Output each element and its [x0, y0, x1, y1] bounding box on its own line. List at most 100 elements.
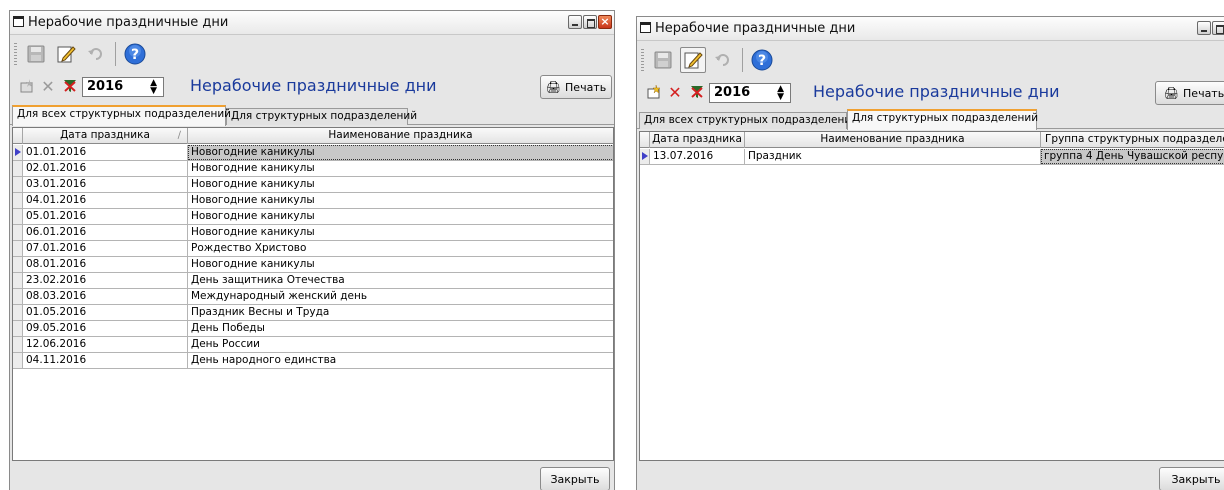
table-row[interactable]: 23.02.2016 День защитника Отечества — [13, 273, 613, 289]
holiday-name-cell[interactable]: Новогодние каникулы — [188, 161, 613, 176]
edit-icon — [684, 52, 703, 69]
date-cell[interactable]: 05.01.2016 — [23, 209, 188, 224]
col-date-header[interactable]: Дата праздника ∕ — [23, 128, 188, 144]
table-row[interactable]: 04.11.2016 День народного единства — [13, 353, 613, 369]
holiday-name-cell[interactable]: День Победы — [188, 321, 613, 336]
table-row[interactable]: 05.01.2016 Новогодние каникулы — [13, 209, 613, 225]
tab-departments[interactable]: Для структурных подразделений — [226, 108, 417, 125]
holiday-name-cell[interactable]: Праздник — [745, 149, 1041, 164]
spinner-arrows[interactable]: ▲ ▼ — [777, 85, 784, 102]
col-name-header[interactable]: Наименование праздника — [745, 132, 1041, 148]
date-cell[interactable]: 06.01.2016 — [23, 225, 188, 240]
close-window-button[interactable]: × — [598, 15, 612, 29]
save-icon — [654, 51, 672, 69]
svg-text:?: ? — [131, 47, 139, 63]
help-button[interactable]: ? — [122, 41, 148, 67]
save-button[interactable] — [23, 41, 49, 67]
date-cell[interactable]: 07.01.2016 — [23, 241, 188, 256]
holiday-name-cell[interactable]: День защитника Отечества — [188, 273, 613, 288]
holiday-name-cell[interactable]: Рождество Христово — [188, 241, 613, 256]
date-cell[interactable]: 03.01.2016 — [23, 177, 188, 192]
holiday-name-cell[interactable]: Новогодние каникулы — [188, 177, 613, 192]
undo-button[interactable] — [710, 47, 736, 73]
help-button[interactable]: ? — [749, 47, 775, 73]
close-button[interactable]: Закрыть — [1159, 467, 1224, 490]
table-row[interactable]: 08.03.2016 Международный женский день — [13, 289, 613, 305]
date-cell[interactable]: 04.11.2016 — [23, 353, 188, 368]
tab-departments[interactable]: Для структурных подразделений — [847, 109, 1038, 130]
print-button[interactable]: 🖨 Печать — [540, 75, 612, 99]
department-holidays-table: Дата праздника Наименование праздника Гр… — [639, 131, 1224, 461]
save-button[interactable] — [650, 47, 676, 73]
table-row[interactable]: 01.01.2016 Новогодние каникулы — [13, 145, 613, 161]
holiday-name-cell[interactable]: День России — [188, 337, 613, 352]
holiday-name-cell[interactable]: Новогодние каникулы — [188, 257, 613, 272]
edit-button[interactable] — [53, 41, 79, 67]
col-date-header[interactable]: Дата праздника — [650, 132, 745, 148]
minimize-button[interactable] — [568, 15, 582, 29]
col-group-header[interactable]: Группа структурных подразделений — [1041, 132, 1224, 148]
toolbar-grip[interactable] — [641, 49, 644, 71]
table-row[interactable]: 06.01.2016 Новогодние каникулы — [13, 225, 613, 241]
holiday-name-cell[interactable]: Международный женский день — [188, 289, 613, 304]
date-cell[interactable]: 13.07.2016 — [650, 149, 745, 164]
row-indicator — [13, 209, 23, 224]
maximize-button[interactable] — [1212, 21, 1224, 35]
table-row[interactable]: 07.01.2016 Рождество Христово — [13, 241, 613, 257]
minimize-button[interactable] — [1197, 21, 1211, 35]
date-cell[interactable]: 02.01.2016 — [23, 161, 188, 176]
date-cell[interactable]: 01.05.2016 — [23, 305, 188, 320]
year-spinner[interactable]: 2016 ▲ ▼ — [82, 77, 164, 97]
holiday-name-cell[interactable]: Новогодние каникулы — [188, 193, 613, 208]
table-row[interactable]: 09.05.2016 День Победы — [13, 321, 613, 337]
row-indicator — [13, 289, 23, 304]
undo-button[interactable] — [83, 41, 109, 67]
row-indicator — [13, 353, 23, 368]
table-row[interactable]: 04.01.2016 Новогодние каникулы — [13, 193, 613, 209]
print-label: Печать — [565, 80, 607, 94]
table-row[interactable]: 03.01.2016 Новогодние каникулы — [13, 177, 613, 193]
holiday-name-cell[interactable]: Новогодние каникулы — [188, 225, 613, 240]
holiday-name-cell[interactable]: Новогодние каникулы — [188, 145, 613, 160]
spinner-arrows[interactable]: ▲ ▼ — [150, 79, 157, 96]
date-cell[interactable]: 09.05.2016 — [23, 321, 188, 336]
date-cell[interactable]: 12.06.2016 — [23, 337, 188, 352]
row-indicator — [13, 145, 23, 160]
print-button[interactable]: 🖨 Печать — [1155, 81, 1224, 105]
department-group-cell[interactable]: группа 4 День Чувашской респу... — [1041, 149, 1224, 164]
holiday-name-cell[interactable]: Праздник Весны и Труда — [188, 305, 613, 320]
date-cell[interactable]: 01.01.2016 — [23, 145, 188, 160]
delete-icon[interactable]: ✕ — [666, 84, 684, 102]
print-label: Печать — [1183, 86, 1224, 100]
add-icon[interactable] — [645, 84, 663, 102]
delete-icon[interactable]: ✕ — [39, 78, 57, 96]
current-row-pointer-icon — [15, 148, 21, 156]
holiday-name-cell[interactable]: Новогодние каникулы — [188, 209, 613, 224]
date-cell[interactable]: 08.01.2016 — [23, 257, 188, 272]
toolbar: ? — [637, 43, 779, 77]
col-name-header[interactable]: Наименование праздника — [188, 128, 613, 144]
tab-all-departments[interactable]: Для всех структурных подразделений — [639, 112, 858, 129]
close-button[interactable]: Закрыть — [540, 467, 610, 490]
tab-all-departments[interactable]: Для всех структурных подразделений — [12, 105, 231, 126]
maximize-button[interactable] — [583, 15, 597, 29]
year-value: 2016 — [714, 85, 751, 100]
edit-button[interactable] — [680, 47, 706, 73]
date-cell[interactable]: 08.03.2016 — [23, 289, 188, 304]
table-row[interactable]: 01.05.2016 Праздник Весны и Труда — [13, 305, 613, 321]
add-icon[interactable] — [18, 78, 36, 96]
year-spinner[interactable]: 2016 ▲ ▼ — [709, 83, 791, 103]
table-row[interactable]: 08.01.2016 Новогодние каникулы — [13, 257, 613, 273]
year-value: 2016 — [87, 79, 124, 94]
date-cell[interactable]: 23.02.2016 — [23, 273, 188, 288]
date-cell[interactable]: 04.01.2016 — [23, 193, 188, 208]
table-row[interactable]: 13.07.2016 Праздник группа 4 День Чувашско… — [640, 149, 1224, 165]
filter-icon[interactable] — [688, 84, 706, 102]
filter-icon[interactable] — [61, 78, 79, 96]
row-indicator — [13, 225, 23, 240]
row-indicator — [13, 305, 23, 320]
toolbar-grip[interactable] — [14, 43, 17, 65]
table-row[interactable]: 02.01.2016 Новогодние каникулы — [13, 161, 613, 177]
table-row[interactable]: 12.06.2016 День России — [13, 337, 613, 353]
holiday-name-cell[interactable]: День народного единства — [188, 353, 613, 368]
